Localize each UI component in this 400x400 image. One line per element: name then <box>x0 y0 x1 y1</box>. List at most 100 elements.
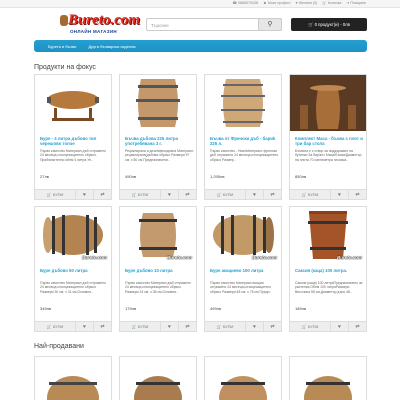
product-image[interactable]: Bureto.com <box>290 207 366 263</box>
phone-link[interactable]: ☎ 0885579338 <box>233 1 258 5</box>
product-name[interactable]: Бъчва дъбова 225 литра употребявана 3 г. <box>125 136 195 147</box>
product-name[interactable]: Саксия (каца) 100 литра. <box>295 268 365 273</box>
product-price: 27лв <box>40 174 49 179</box>
product-name[interactable]: Бъчва от Френски дъб - бариk 225 л. <box>210 136 280 147</box>
buy-button[interactable]: 🛒 КУПИ <box>35 190 75 199</box>
main-nav: Бурета и бъчви Други бъчварски изделия <box>34 40 367 52</box>
product-image[interactable] <box>290 75 366 131</box>
heart-icon[interactable]: ♥ <box>330 322 348 331</box>
product-actions: 🛒 КУПИ ♥ ⇄ <box>119 189 197 200</box>
wishlist-link[interactable]: ♥ Желани (0) <box>295 1 317 5</box>
product-description: Първо качество Материал акация отгрижено… <box>210 281 272 294</box>
product-actions: 🛒 КУПИ ♥ ⇄ <box>119 321 197 332</box>
heart-icon[interactable]: ♥ <box>245 322 263 331</box>
product-actions: 🛒 КУПИ ♥ ⇄ <box>289 189 367 200</box>
compare-icon[interactable]: ⇄ <box>178 322 196 331</box>
bestseller-card[interactable] <box>119 356 197 400</box>
top-links: ☎ 0885579338 ☻ Моят профил ♥ Желани (0) … <box>233 1 366 5</box>
product-name[interactable]: Буре дъбово 10 литра <box>125 268 195 273</box>
product-card[interactable]: Bureto.com Буре дъбово 10 литра Първо каче… <box>119 206 197 332</box>
cart-button[interactable]: 🛒 0 продукт(и) - 0лв <box>291 18 367 31</box>
product-name[interactable]: Буре акациево 100 литра <box>210 268 280 273</box>
buy-button[interactable]: 🛒 КУПИ <box>35 322 75 331</box>
product-description: Рециклирана и дезинфекцирана Материал: р… <box>125 149 194 162</box>
product-image[interactable] <box>205 75 281 131</box>
product-card[interactable]: Bureto.com Буре дъбово 50 литра Първо каче… <box>34 206 112 332</box>
bestsellers-heading: Най-продавани <box>34 343 84 350</box>
compare-icon[interactable]: ⇄ <box>348 190 366 199</box>
buy-button[interactable]: 🛒 КУПИ <box>290 190 330 199</box>
product-card[interactable]: Bureto.com Саксия (каца) 100 литра. Саксия… <box>289 206 367 332</box>
product-price: 499лв <box>210 306 222 311</box>
buy-button[interactable]: 🛒 КУПИ <box>120 190 160 199</box>
product-price: 850лв <box>295 174 307 179</box>
logo-text: Bureto.com <box>68 12 141 28</box>
compare-icon[interactable]: ⇄ <box>263 190 281 199</box>
heart-icon[interactable]: ♥ <box>75 190 93 199</box>
bestseller-card[interactable] <box>34 356 112 400</box>
checkout-link[interactable]: ➜ Плащане <box>346 1 366 5</box>
product-card[interactable]: Комплект Маса - бъчва с плот и три бар с… <box>289 74 367 200</box>
product-description: Първо качество - НовоМатериал: френски д… <box>210 149 279 162</box>
product-image <box>205 357 281 400</box>
watermark: Bureto.com <box>81 255 107 260</box>
product-description: Саксия (каца) 100 литраПредназначено за … <box>295 281 363 294</box>
product-actions: 🛒 КУПИ ♥ ⇄ <box>34 189 112 200</box>
product-price: 179лв <box>125 306 137 311</box>
buy-button[interactable]: 🛒 КУПИ <box>290 322 330 331</box>
heart-icon[interactable]: ♥ <box>330 190 348 199</box>
account-link[interactable]: ☻ Моят профил <box>263 1 290 5</box>
heart-icon[interactable]: ♥ <box>160 190 178 199</box>
buy-button[interactable]: 🛒 КУПИ <box>120 322 160 331</box>
watermark: Bureto.com <box>166 255 192 260</box>
compare-icon[interactable]: ⇄ <box>348 322 366 331</box>
product-image <box>120 357 196 400</box>
product-price: 189лв <box>295 306 307 311</box>
heart-icon[interactable]: ♥ <box>245 190 263 199</box>
product-description: Първо качество Материал дъб отгрижено 24… <box>40 149 106 162</box>
compare-icon[interactable]: ⇄ <box>93 322 111 331</box>
search-icon: ⚲ <box>267 21 273 28</box>
product-card[interactable]: Бъчва от Френски дъб - бариk 225 л. Първо… <box>204 74 282 200</box>
top-bar: ☎ 0885579338 ☻ Моят профил ♥ Желани (0) … <box>0 0 400 8</box>
product-image[interactable] <box>35 75 111 131</box>
product-price: 349лв <box>40 306 52 311</box>
product-actions: 🛒 КУПИ ♥ ⇄ <box>204 189 282 200</box>
product-card[interactable]: Бъчва дъбова 225 литра употребявана 3 г.… <box>119 74 197 200</box>
nav-item-other[interactable]: Други бъчварски изделия <box>88 44 135 49</box>
cart-link[interactable]: 🛒 Количка <box>322 1 341 5</box>
watermark: Bureto.com <box>251 255 277 260</box>
product-image[interactable]: Bureto.com <box>35 207 111 263</box>
logo-subtitle: ОНЛАЙН МАГАЗИН <box>70 29 117 34</box>
product-price: 1,295лв <box>210 174 225 179</box>
product-image <box>290 357 366 400</box>
product-name[interactable]: Комплект Маса - бъчва с плот и три бар с… <box>295 136 365 147</box>
barrel-logo-icon <box>60 15 68 26</box>
compare-icon[interactable]: ⇄ <box>93 190 111 199</box>
product-name[interactable]: Буре дъбово 50 литра <box>40 268 110 273</box>
product-description: Бъчвата е с отвор за поддържане на бутил… <box>295 149 362 162</box>
bestseller-card[interactable] <box>204 356 282 400</box>
heart-icon[interactable]: ♥ <box>160 322 178 331</box>
product-image[interactable]: Bureto.com <box>120 207 196 263</box>
search-button[interactable]: ⚲ <box>258 18 282 31</box>
site-logo[interactable]: Bureto.com ОНЛАЙН МАГАЗИН <box>60 12 140 36</box>
product-image[interactable] <box>120 75 196 131</box>
product-name[interactable]: Буре - 4 литра дъбово тип черешово топче <box>40 136 110 147</box>
product-card[interactable]: Буре - 4 литра дъбово тип черешово топче… <box>34 74 112 200</box>
product-price: 490лв <box>125 174 137 179</box>
watermark: Bureto.com <box>336 255 362 260</box>
compare-icon[interactable]: ⇄ <box>178 190 196 199</box>
product-image[interactable]: Bureto.com <box>205 207 281 263</box>
heart-icon[interactable]: ♥ <box>75 322 93 331</box>
product-image <box>35 357 111 400</box>
featured-heading: Продукти на фокус <box>34 64 96 71</box>
product-description: Първо качество Материал дъб отгрижено 24… <box>40 281 106 294</box>
compare-icon[interactable]: ⇄ <box>263 322 281 331</box>
buy-button[interactable]: 🛒 КУПИ <box>205 190 245 199</box>
product-card[interactable]: Bureto.com Буре акациево 100 литра Първо к… <box>204 206 282 332</box>
bestseller-card[interactable] <box>289 356 367 400</box>
nav-item-barrels[interactable]: Бурета и бъчви <box>48 44 76 49</box>
buy-button[interactable]: 🛒 КУПИ <box>205 322 245 331</box>
product-actions: 🛒 КУПИ ♥ ⇄ <box>289 321 367 332</box>
